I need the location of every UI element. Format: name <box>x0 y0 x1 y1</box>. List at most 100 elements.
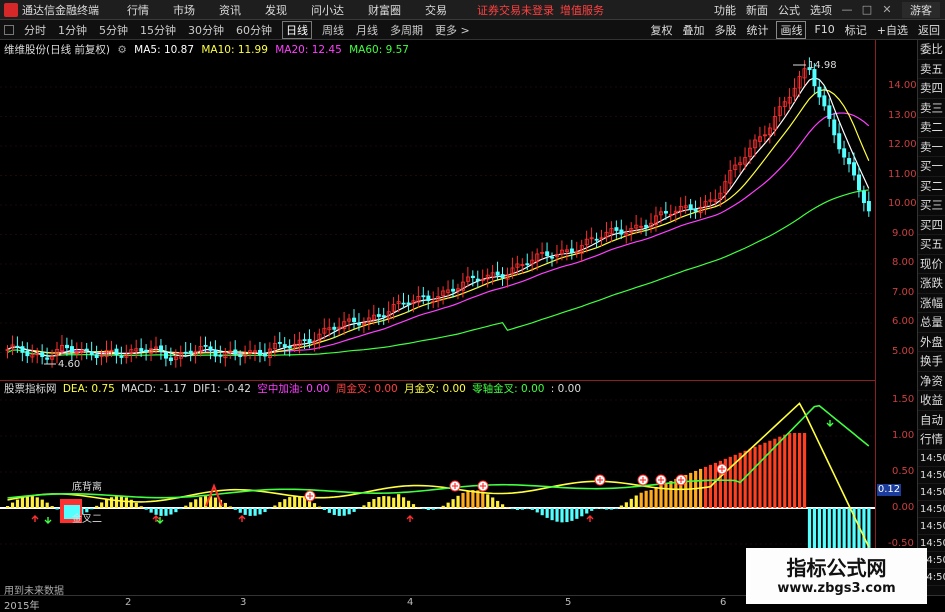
menu-function[interactable]: 功能 <box>714 2 736 18</box>
minimize-icon[interactable]: — <box>837 2 857 18</box>
tool-overlay[interactable]: 叠加 <box>680 22 706 38</box>
side-tab[interactable]: 净资 <box>918 372 945 391</box>
tool-adjust[interactable]: 复权 <box>648 22 674 38</box>
side-list: 委比 卖五 卖四 卖三 卖二 卖一 买一 买二 买三 买四 买五 现价 涨跌 涨幅 总量 外盘 换手 净资 收益 自动… <box>918 40 945 586</box>
tool-add-favorite[interactable]: +自选 <box>875 22 910 38</box>
toggle-panel-icon[interactable] <box>4 24 14 35</box>
side-tab[interactable]: 换手 <box>918 352 945 372</box>
candle-body <box>644 224 649 228</box>
kline-chart[interactable]: 14.98 4.60 <box>0 40 875 380</box>
period-multi[interactable]: 多周期 <box>388 22 425 38</box>
price-tick: 7.00 <box>892 287 915 298</box>
macd-bar <box>194 499 198 508</box>
indicator-name[interactable]: 股票指标网 <box>4 383 57 395</box>
period-15min[interactable]: 15分钟 <box>138 22 178 38</box>
tool-back[interactable]: 返回 <box>916 22 942 38</box>
candle-body <box>817 86 822 98</box>
guest-label[interactable]: 游客 <box>902 1 940 18</box>
menu-market[interactable]: 市场 <box>173 2 195 18</box>
macd-bar <box>149 508 153 513</box>
menu-formula[interactable]: 公式 <box>778 2 800 18</box>
period-more[interactable]: 更多 > <box>433 22 472 38</box>
side-tab[interactable]: 行情 <box>918 430 945 450</box>
price-tick: 10.00 <box>888 198 917 209</box>
macd-bar <box>45 502 49 508</box>
macd-bar <box>337 508 341 516</box>
side-tab[interactable]: 卖一 <box>918 138 945 157</box>
macd-bar <box>530 508 534 510</box>
candle-body <box>451 288 456 292</box>
period-60min[interactable]: 60分钟 <box>234 22 274 38</box>
side-tab[interactable]: 买二 <box>918 177 945 196</box>
macd-bar <box>614 508 619 509</box>
menu-discover[interactable]: 发现 <box>265 2 287 18</box>
menu-news[interactable]: 资讯 <box>219 2 241 18</box>
ma5-value: MA5: 10.87 <box>134 44 194 56</box>
macd-bar <box>748 448 752 508</box>
login-notice[interactable]: 证券交易未登录 <box>477 2 554 18</box>
side-tab[interactable]: 买四 <box>918 216 945 235</box>
settings-gear-icon[interactable]: ⚙ <box>117 44 126 56</box>
period-monthly[interactable]: 月线 <box>354 22 380 38</box>
tool-multi-stock[interactable]: 多股 <box>712 22 738 38</box>
candle-body <box>203 345 208 347</box>
side-tab[interactable]: 14:50 <box>918 467 945 484</box>
period-daily[interactable]: 日线 <box>282 20 312 39</box>
side-tab[interactable]: 现价 <box>918 255 945 274</box>
side-tab[interactable]: 买三 <box>918 196 945 216</box>
tool-statistics[interactable]: 统计 <box>744 22 770 38</box>
period-1min[interactable]: 1分钟 <box>56 22 89 38</box>
macd-bar <box>555 508 559 522</box>
menu-ask[interactable]: 问小达 <box>311 2 344 18</box>
side-tab[interactable]: 委比 <box>918 40 945 60</box>
period-weekly[interactable]: 周线 <box>320 22 346 38</box>
candle-body <box>857 174 862 191</box>
stock-name[interactable]: 维维股份(日线 前复权) <box>4 44 110 56</box>
candle-body <box>89 351 94 356</box>
side-tab[interactable]: 14:50 <box>918 518 945 535</box>
side-tab[interactable]: 卖二 <box>918 118 945 138</box>
side-tab[interactable]: 14:50 <box>918 501 945 518</box>
side-tab[interactable]: 买一 <box>918 157 945 177</box>
side-tab[interactable]: 涨幅 <box>918 294 945 313</box>
macd-bar <box>144 508 148 510</box>
macd-bar <box>248 508 252 516</box>
side-tab[interactable]: 收益 <box>918 391 945 411</box>
tool-draw[interactable]: 画线 <box>776 20 807 39</box>
side-tab[interactable]: 卖三 <box>918 99 945 118</box>
menu-new-layout[interactable]: 新面 <box>746 2 768 18</box>
macd-bar <box>446 502 450 508</box>
side-tab[interactable]: 涨跌 <box>918 274 945 294</box>
macd-bar <box>644 490 648 508</box>
side-tab[interactable]: 外盘 <box>918 333 945 352</box>
maximize-icon[interactable]: □ <box>857 2 877 18</box>
period-intraday[interactable]: 分时 <box>22 22 48 38</box>
candle-body <box>421 295 426 298</box>
candle-body <box>159 345 164 352</box>
side-tab[interactable]: 买五 <box>918 235 945 255</box>
menu-wealth[interactable]: 财富圈 <box>368 2 401 18</box>
tool-mark[interactable]: 标记 <box>843 22 869 38</box>
period-5min[interactable]: 5分钟 <box>97 22 130 38</box>
side-tab[interactable]: 卖五 <box>918 60 945 79</box>
menu-trade[interactable]: 交易 <box>425 2 447 18</box>
indicator-chart[interactable]: 底背离 金叉二 <box>0 380 875 595</box>
side-tab[interactable]: 14:50 <box>918 484 945 501</box>
down-arrow-icon <box>44 517 52 524</box>
side-tab[interactable]: 自动 <box>918 411 945 430</box>
period-30min[interactable]: 30分钟 <box>186 22 226 38</box>
kline-grid <box>0 86 875 353</box>
close-icon[interactable]: ✕ <box>877 2 897 18</box>
candle-body <box>332 326 337 330</box>
tool-f10[interactable]: F10 <box>812 23 836 36</box>
side-tab[interactable]: 卖四 <box>918 79 945 99</box>
menu-quotes[interactable]: 行情 <box>127 2 149 18</box>
macd-bar <box>411 504 416 508</box>
value-service-link[interactable]: 增值服务 <box>560 2 604 18</box>
macd-bar <box>619 505 623 508</box>
macd-bar <box>10 502 15 508</box>
side-tab[interactable]: 14:50 <box>918 450 945 467</box>
menu-options[interactable]: 选项 <box>810 2 832 18</box>
up-arrow-icon <box>31 515 39 522</box>
side-tab[interactable]: 总量 <box>918 313 945 333</box>
